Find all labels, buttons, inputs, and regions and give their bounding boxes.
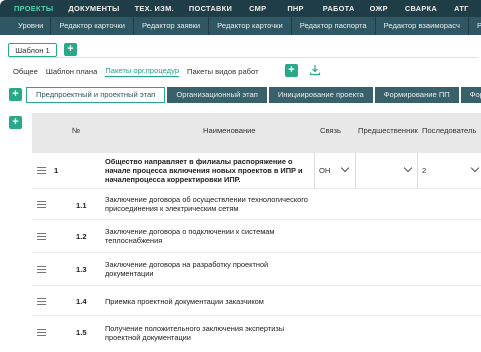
table-row[interactable]: 1.3 Заключение договора на разработку пр…: [32, 253, 481, 286]
nav-tech-changes[interactable]: ТЕХ. ИЗМ.: [135, 4, 174, 13]
stage-tab-formation[interactable]: Формиров: [460, 87, 481, 103]
subnav-passport-editor[interactable]: Редактор паспорта: [292, 17, 376, 35]
nav-welding[interactable]: СВАРКА: [405, 4, 437, 13]
nav-documents[interactable]: ДОКУМЕНТЫ: [68, 4, 119, 13]
subnav-settlement-editor[interactable]: Редактор взаиморасч: [376, 17, 469, 35]
subnav-card-editor[interactable]: Редактор карточки: [51, 17, 134, 35]
stage-tabs: Предпроектный и проектный этап Организац…: [26, 87, 481, 103]
app-window: ПРОЕКТЫ ДОКУМЕНТЫ ТЕХ. ИЗМ. ПОСТАВКИ СМР…: [0, 0, 481, 352]
stage-tab-initiation[interactable]: Инициирование проекта: [268, 87, 373, 103]
row-name: Заключение договора об осуществлении тех…: [105, 195, 308, 213]
row-number: 1.2: [76, 232, 87, 241]
nav-smr[interactable]: СМР: [249, 4, 266, 13]
link-select[interactable]: ОН: [319, 166, 330, 175]
subnav-card-editor-2[interactable]: Редактор карточки: [209, 17, 292, 35]
divider: [8, 57, 478, 58]
section-tabs: Общее Шаблон плана Пакеты орг.процедур П…: [13, 65, 267, 77]
header-number: №: [72, 126, 81, 135]
stage-tab-pp-formation[interactable]: Формирование ПП: [374, 87, 459, 103]
row-number: 1.1: [76, 201, 87, 210]
table-row[interactable]: 1.1 Заключение договора об осуществлении…: [32, 189, 481, 220]
header-link: Связь: [320, 126, 341, 135]
cell-divider: [417, 153, 418, 189]
add-row-button[interactable]: +: [9, 116, 22, 129]
header-predecessor: Предшественник: [358, 126, 418, 135]
table-row[interactable]: 1.5 Получение положительного заключения …: [32, 316, 481, 350]
row-name: Получение положительного заключения эксп…: [105, 324, 285, 342]
row-number: 1.5: [76, 328, 87, 337]
header-name: Наименование: [203, 126, 256, 135]
row-number: 1.3: [76, 265, 87, 274]
stage-tab-preproject[interactable]: Предпроектный и проектный этап: [26, 87, 166, 103]
download-icon[interactable]: [309, 64, 321, 76]
top-navigation: ПРОЕКТЫ ДОКУМЕНТЫ ТЕХ. ИЗМ. ПОСТАВКИ СМР…: [0, 0, 481, 17]
tab-general[interactable]: Общее: [13, 67, 38, 76]
table-header: № Наименование Связь Предшественник Посл…: [32, 113, 481, 153]
subnav-roles[interactable]: Роли в: [469, 17, 481, 35]
table-row[interactable]: 1.2 Заключение договора о подключении к …: [32, 220, 481, 253]
cell-divider: [355, 153, 356, 189]
drag-handle-icon[interactable]: [37, 329, 46, 336]
row-name: Приемка проектной документации заказчико…: [105, 297, 264, 306]
table-row[interactable]: 1 Общество направляет в филиалы распоряж…: [32, 153, 481, 189]
row-name: Заключение договора о подключении к сист…: [105, 227, 275, 245]
chevron-down-icon[interactable]: [403, 163, 413, 173]
row-number: 1: [54, 166, 59, 175]
drag-handle-icon[interactable]: [37, 298, 46, 305]
header-successor: Последователь: [422, 126, 477, 135]
tab-work-type-packages[interactable]: Пакеты видов работ: [187, 67, 259, 76]
stage-tab-organizational[interactable]: Организационный этап: [167, 87, 267, 103]
nav-supplies[interactable]: ПОСТАВКИ: [189, 4, 232, 13]
nav-work[interactable]: РАБОТА: [323, 4, 355, 13]
row-name: Общество направляет в филиалы распоряжен…: [105, 157, 303, 184]
add-template-button[interactable]: +: [64, 43, 77, 56]
add-stage-button[interactable]: +: [9, 88, 22, 101]
subnav-levels[interactable]: Уровни: [0, 17, 52, 35]
nav-pnr[interactable]: ПНР: [287, 4, 303, 13]
row-name: Заключение договора на разработку проект…: [105, 260, 269, 278]
nav-atg[interactable]: АТГ: [454, 4, 469, 13]
chevron-down-icon[interactable]: [470, 163, 480, 173]
row-number: 1.4: [76, 297, 87, 306]
cell-divider: [314, 153, 315, 189]
add-package-button[interactable]: +: [285, 64, 298, 77]
drag-handle-icon[interactable]: [37, 266, 46, 273]
drag-handle-icon[interactable]: [37, 201, 46, 208]
chevron-down-icon[interactable]: [340, 163, 350, 173]
subnav-request-editor[interactable]: Редактор заявки: [134, 17, 210, 35]
tab-org-procedure-packages[interactable]: Пакеты орг.процедур: [105, 66, 180, 77]
tab-template-1[interactable]: Шаблон 1: [8, 43, 57, 57]
nav-projects[interactable]: ПРОЕКТЫ: [14, 4, 53, 13]
successor-select[interactable]: 2: [422, 166, 426, 175]
tab-plan-template[interactable]: Шаблон плана: [46, 67, 97, 76]
sub-navigation: Уровни Редактор карточки Редактор заявки…: [0, 17, 481, 35]
nav-ozhr[interactable]: ОЖР: [370, 4, 388, 13]
table-row[interactable]: 1.4 Приемка проектной документации заказ…: [32, 286, 481, 316]
drag-handle-icon[interactable]: [37, 167, 46, 174]
drag-handle-icon[interactable]: [37, 233, 46, 240]
